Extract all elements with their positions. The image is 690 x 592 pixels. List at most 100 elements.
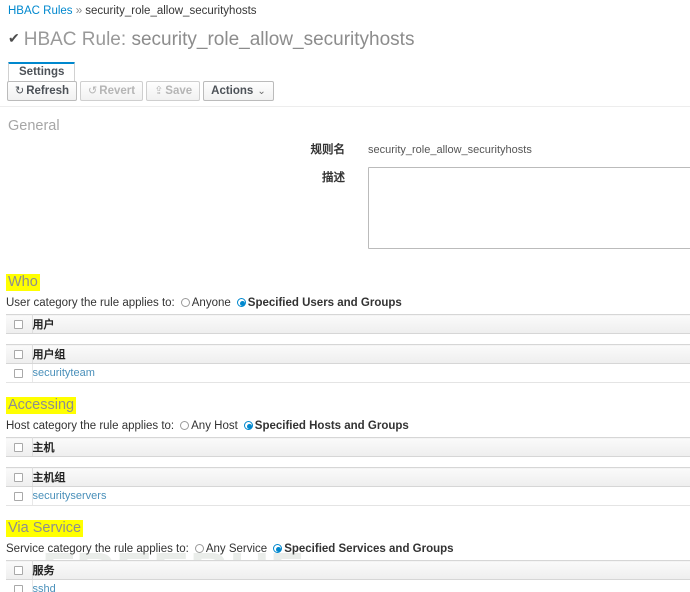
breadcrumb-link-hbac-rules[interactable]: HBAC Rules (8, 5, 73, 17)
page-title-rule-name: security_role_allow_securityhosts (131, 29, 415, 50)
accessing-heading: Accessing (6, 397, 77, 414)
user-groups-column-header[interactable]: 用户组 (32, 344, 690, 364)
radio-any-host-label: Any Host (191, 420, 238, 432)
breadcrumb-current: security_role_allow_securityhosts (85, 5, 257, 17)
hbac-rule-page: FREEBUF HBAC Rules»security_role_allow_s… (0, 0, 690, 592)
radio-specified-hosts-groups[interactable] (243, 421, 253, 430)
actions-button-label: Actions (211, 85, 254, 97)
refresh-icon: ↻ (15, 85, 25, 97)
host-category-line: Host category the rule applies to: Any Ho… (6, 414, 690, 433)
radio-specified-services-groups-label: Specified Services and Groups (284, 543, 454, 555)
select-all-usergroups-checkbox-cell[interactable] (6, 344, 33, 364)
users-table: 用户 (6, 314, 690, 334)
via-service-heading-wrap: Via Service (0, 519, 690, 537)
page-title: ✔ HBAC Rule: security_role_allow_security… (0, 19, 690, 53)
checkbox-icon[interactable] (14, 368, 24, 378)
via-service-heading: Via Service (6, 520, 84, 537)
host-category-label: Host category the rule applies to: (6, 420, 175, 432)
select-all-users-checkbox-cell[interactable] (6, 314, 33, 334)
select-all-hosts-checkbox-cell[interactable] (6, 437, 33, 457)
table-header-row: 服务 (6, 560, 690, 580)
hosts-table: 主机 (6, 437, 690, 457)
select-all-services-checkbox-cell[interactable] (6, 560, 33, 580)
table-header-row: 用户 (6, 314, 690, 334)
checkbox-icon[interactable] (14, 319, 24, 329)
radio-anyone[interactable] (180, 298, 190, 307)
radio-specified-users-groups-label: Specified Users and Groups (247, 297, 402, 309)
service-link[interactable]: sshd (33, 583, 56, 592)
host-group-name-cell: securityservers (32, 486, 690, 506)
refresh-button-label: Refresh (26, 85, 70, 97)
general-heading: General (8, 118, 60, 134)
tab-settings[interactable]: Settings (8, 62, 76, 81)
breadcrumb-separator-icon: » (75, 3, 83, 17)
user-group-link[interactable]: securityteam (33, 367, 95, 379)
check-icon: ✔ (8, 30, 20, 46)
checkbox-icon[interactable] (14, 349, 24, 359)
via-service-section: Via Service Service category the rule ap… (0, 519, 690, 592)
checkbox-icon[interactable] (14, 442, 24, 452)
users-column-header[interactable]: 用户 (32, 314, 690, 334)
radio-specified-services-groups[interactable] (273, 544, 283, 553)
radio-any-service-label: Any Service (205, 543, 268, 555)
refresh-button[interactable]: ↻ Refresh (7, 81, 78, 101)
services-column-header[interactable]: 服务 (32, 560, 690, 580)
service-name-cell: sshd (32, 579, 690, 592)
description-field[interactable] (368, 167, 690, 249)
table-header-row: 主机 (6, 437, 690, 457)
description-label: 描述 (322, 172, 345, 184)
accessing-heading-wrap: Accessing (0, 396, 690, 414)
page-title-prefix: HBAC Rule: (23, 29, 127, 50)
who-heading: Who (6, 274, 40, 291)
user-category-label: User category the rule applies to: (6, 297, 175, 309)
table-row: sshd (6, 579, 690, 592)
services-table: 服务 sshd (6, 560, 690, 592)
hosts-column-header[interactable]: 主机 (32, 437, 690, 457)
table-header-row: 用户组 (6, 344, 690, 364)
user-group-name-cell: securityteam (32, 363, 690, 383)
save-button-label: Save (165, 85, 193, 97)
host-groups-table: 主机组 securityservers (6, 467, 690, 506)
revert-button-label: Revert (99, 85, 136, 97)
general-form: 规则名 security_role_allow_securityhosts 描述 (0, 143, 690, 261)
radio-specified-users-groups[interactable] (236, 298, 246, 307)
checkbox-icon[interactable] (14, 565, 24, 575)
radio-anyone-label: Anyone (191, 297, 231, 309)
checkbox-icon[interactable] (14, 472, 24, 482)
row-checkbox-cell[interactable] (6, 486, 33, 506)
revert-button[interactable]: ↺ Revert (80, 81, 144, 101)
checkbox-icon[interactable] (14, 491, 24, 501)
radio-any-service[interactable] (194, 544, 204, 553)
row-checkbox-cell[interactable] (6, 363, 33, 383)
description-row: 描述 (0, 165, 690, 255)
rule-name-value: security_role_allow_securityhosts (368, 144, 532, 156)
toolbar: ↻ Refresh ↺ Revert ⇪ Save Actions ⌄ (7, 81, 690, 103)
save-button[interactable]: ⇪ Save (146, 81, 201, 101)
who-section: Who User category the rule applies to: An… (0, 273, 690, 383)
checkbox-icon[interactable] (14, 584, 24, 592)
row-checkbox-cell[interactable] (6, 579, 33, 592)
actions-dropdown-button[interactable]: Actions ⌄ (203, 81, 274, 101)
table-row: securityteam (6, 363, 690, 383)
host-groups-column-header[interactable]: 主机组 (32, 467, 690, 487)
rule-name-row: 规则名 security_role_allow_securityhosts (0, 143, 690, 165)
user-groups-table: 用户组 securityteam (6, 344, 690, 383)
service-category-label: Service category the rule applies to: (6, 543, 189, 555)
accessing-section: Accessing Host category the rule applies… (0, 396, 690, 506)
who-heading-wrap: Who (0, 273, 690, 291)
select-all-hostgroups-checkbox-cell[interactable] (6, 467, 33, 487)
toolbar-divider (0, 106, 690, 107)
tab-bar: Settings (8, 62, 690, 81)
table-header-row: 主机组 (6, 467, 690, 487)
table-row: securityservers (6, 486, 690, 506)
rule-name-label: 规则名 (310, 144, 346, 156)
user-category-line: User category the rule applies to: Anyone… (6, 291, 690, 310)
radio-specified-hosts-groups-label: Specified Hosts and Groups (254, 420, 409, 432)
save-icon: ⇪ (154, 85, 164, 97)
radio-any-host[interactable] (180, 421, 190, 430)
host-group-link[interactable]: securityservers (33, 490, 107, 502)
breadcrumb: HBAC Rules» security_role_allow_securityh… (0, 0, 690, 19)
service-category-line: Service category the rule applies to: Any… (6, 537, 690, 556)
chevron-down-icon: ⌄ (257, 86, 266, 97)
undo-icon: ↺ (88, 85, 98, 97)
